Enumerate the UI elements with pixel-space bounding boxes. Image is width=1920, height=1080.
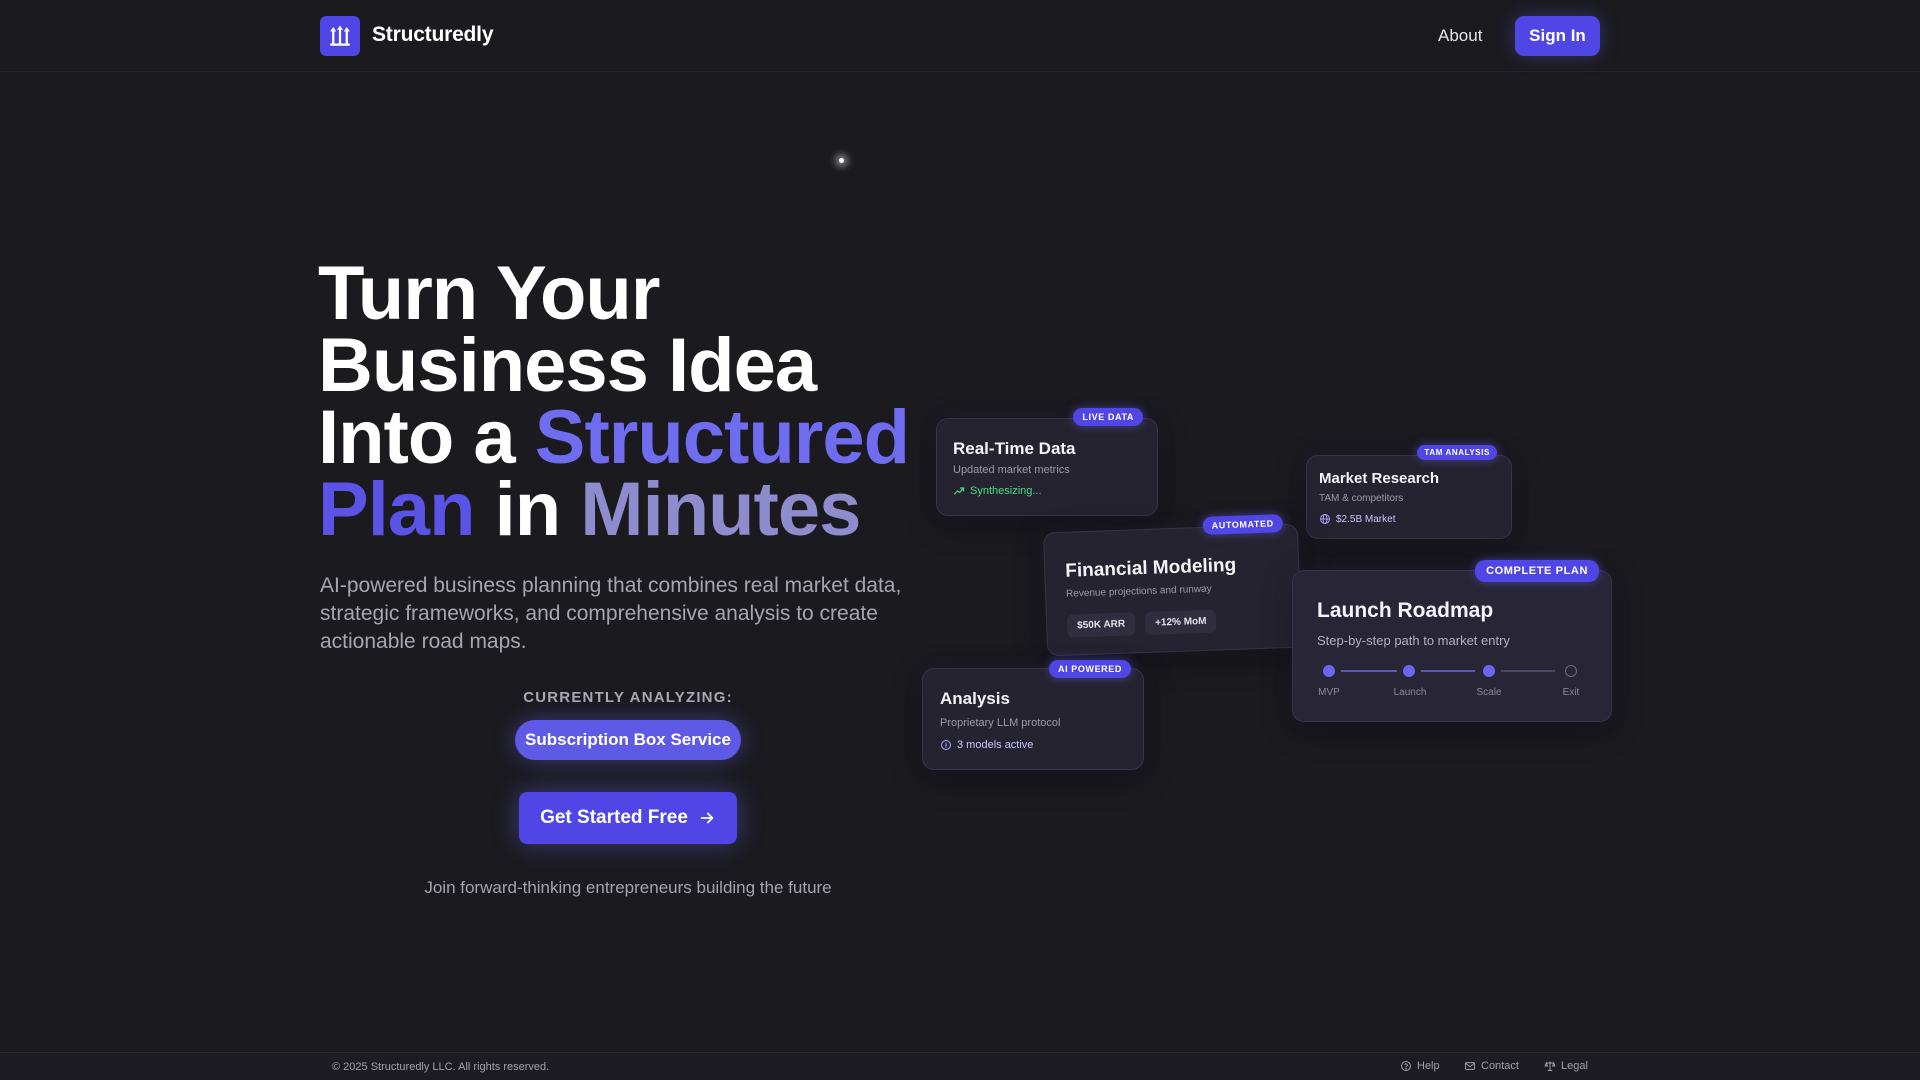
metric-chips: $50K ARR +12% MoM [1066, 609, 1217, 638]
footer-legal-link[interactable]: Legal [1544, 1060, 1588, 1072]
card-desc: Step-by-step path to market entry [1317, 633, 1510, 648]
card-desc: Updated market metrics [953, 464, 1070, 476]
mail-icon [1465, 1062, 1475, 1070]
sparkle-decoration [839, 158, 844, 163]
card-status-text: $2.5B Market [1336, 513, 1396, 525]
top-nav: Structuredly About Sign In [0, 0, 1920, 72]
card-launch-roadmap: COMPLETE PLAN Launch Roadmap Step-by-ste… [1292, 560, 1612, 722]
step-dot-exit [1565, 665, 1577, 677]
step-label-scale: Scale [1476, 687, 1502, 698]
help-circle-icon [1401, 1061, 1411, 1071]
card-title: Analysis [940, 689, 1010, 708]
card-status: 3 models active [940, 739, 1033, 751]
card-title: Financial Modeling [1064, 554, 1237, 582]
hero-title-line-4b: in [474, 467, 581, 552]
card-desc: Proprietary LLM protocol [940, 717, 1061, 729]
scale-icon [1544, 1061, 1556, 1071]
hero-title: Turn Your Business Idea Into a Structure… [318, 256, 938, 548]
nav-about-link[interactable]: About [1438, 26, 1482, 46]
card-real-time-data: LIVE DATA Real-Time Data Updated market … [936, 408, 1158, 516]
metric-chip-arr: $50K ARR [1066, 612, 1136, 638]
badge-automated: AUTOMATED [1202, 514, 1284, 535]
step-connector [1421, 670, 1475, 672]
logo-icon[interactable] [320, 16, 360, 56]
analyzing-label: CURRENTLY ANALYZING: [523, 689, 733, 706]
info-icon [940, 739, 952, 751]
copyright-text: © 2025 Structuredly LLC. All rights rese… [332, 1061, 550, 1073]
arrow-right-icon [700, 812, 714, 824]
badge-ai-powered: AI POWERED [1048, 660, 1131, 678]
get-started-button[interactable]: Get Started Free [519, 792, 737, 844]
footer-legal-label: Legal [1561, 1060, 1588, 1072]
brand-name[interactable]: Structuredly [372, 23, 493, 47]
globe-icon [1320, 514, 1330, 524]
card-title: Real-Time Data [953, 439, 1076, 458]
card-desc: Revenue projections and runway [1065, 583, 1212, 600]
footer-contact-link[interactable]: Contact [1464, 1060, 1519, 1072]
hero-title-highlight-minutes: Minutes [580, 467, 861, 552]
get-started-label: Get Started Free [540, 807, 688, 828]
trending-up-icon [953, 487, 965, 495]
analyzing-value-pill: Subscription Box Service [515, 720, 741, 760]
hero-subtitle: AI-powered business planning that combin… [320, 574, 902, 653]
join-tagline: Join forward-thinking entrepreneurs buil… [424, 878, 832, 897]
badge-live-data: LIVE DATA [1073, 408, 1143, 426]
badge-tam-analysis: TAM ANALYSIS [1417, 445, 1497, 460]
footer-help-link[interactable]: Help [1400, 1060, 1440, 1072]
step-dot-mvp [1323, 665, 1335, 677]
metric-chip-mom: +12% MoM [1144, 609, 1217, 635]
step-dot-scale [1483, 665, 1495, 677]
card-financial-modeling: AUTOMATED Financial Modeling Revenue pro… [1042, 514, 1303, 657]
card-status: Synthesizing... [953, 485, 1042, 497]
hero-title-highlight-plan: Plan [318, 467, 475, 552]
card-status: $2.5B Market [1319, 513, 1395, 525]
step-dot-launch [1403, 665, 1415, 677]
card-desc: TAM & competitors [1319, 493, 1404, 504]
step-connector [1501, 670, 1555, 672]
card-title: Launch Roadmap [1317, 599, 1494, 622]
card-analysis: AI POWERED Analysis Proprietary LLM prot… [922, 660, 1144, 770]
badge-complete-plan: COMPLETE PLAN [1475, 560, 1599, 582]
footer-help-label: Help [1417, 1060, 1440, 1072]
sign-in-button[interactable]: Sign In [1515, 16, 1600, 56]
step-label-exit: Exit [1562, 687, 1580, 698]
step-label-launch: Launch [1393, 687, 1427, 698]
footer: © 2025 Structuredly LLC. All rights rese… [0, 1052, 1920, 1080]
step-connector [1341, 670, 1397, 672]
card-status-text: 3 models active [957, 739, 1034, 751]
roadmap-steps: MVP Launch Scale Exit [1318, 665, 1587, 705]
step-label-mvp: MVP [1318, 687, 1340, 698]
footer-contact-label: Contact [1481, 1060, 1519, 1072]
card-title: Market Research [1319, 470, 1440, 487]
card-market-research: TAM ANALYSIS Market Research TAM & compe… [1306, 445, 1512, 539]
card-status-text: Synthesizing... [970, 485, 1042, 497]
